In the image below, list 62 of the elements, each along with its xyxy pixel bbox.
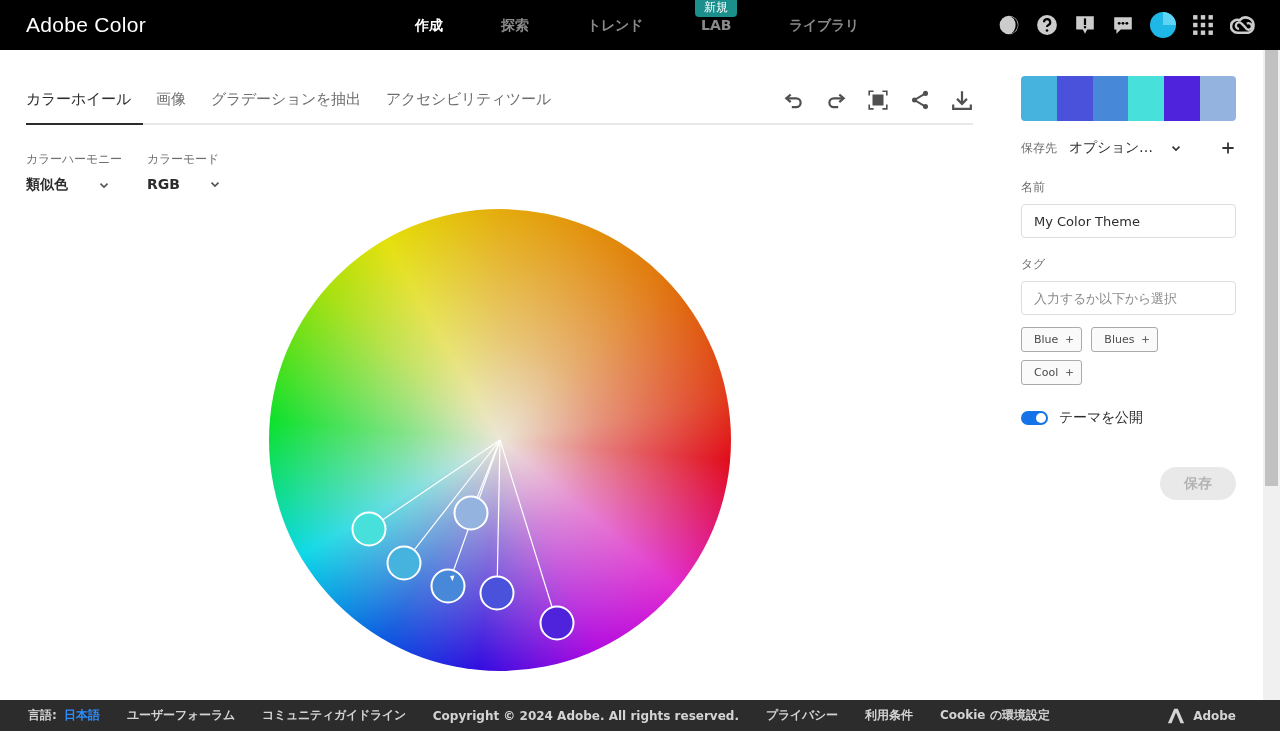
field-label: 名前 <box>1021 179 1046 196</box>
library-dropdown[interactable]: オプション… <box>1069 139 1183 157</box>
chat-icon[interactable] <box>1112 14 1134 36</box>
tag-chip[interactable]: Blue <box>1021 327 1083 352</box>
plus-icon <box>1140 334 1152 345</box>
adobe-logo-icon[interactable] <box>1167 706 1186 725</box>
color-handle[interactable] <box>539 605 575 641</box>
footer-link[interactable]: コミュニティガイドライン <box>261 707 406 724</box>
mode-dropdown[interactable]: RGB <box>147 176 222 192</box>
nav-link[interactable]: トレンド <box>558 17 672 35</box>
apps-grid-icon[interactable] <box>1192 14 1214 36</box>
download-icon[interactable] <box>951 88 973 111</box>
color-swatch[interactable] <box>1128 76 1165 121</box>
color-swatch[interactable] <box>1021 76 1057 121</box>
footer-link[interactable]: プライバシー <box>766 707 838 724</box>
plus-icon[interactable] <box>1220 140 1236 156</box>
language-label: 言語: <box>28 707 57 724</box>
plus-icon <box>1064 367 1076 378</box>
avatar-icon[interactable] <box>1150 12 1176 38</box>
color-swatch[interactable] <box>1056 76 1093 121</box>
new-badge: 新規 <box>695 0 738 17</box>
plus-icon <box>1064 334 1076 345</box>
contrast-icon[interactable] <box>998 14 1020 36</box>
tag-chip[interactable]: Cool <box>1021 360 1083 385</box>
scrollbar-thumb[interactable] <box>1265 50 1278 486</box>
field-label: 保存先 <box>1021 139 1057 157</box>
color-handle[interactable] <box>479 575 515 611</box>
color-handle[interactable] <box>453 495 489 531</box>
color-handle[interactable] <box>386 545 422 581</box>
brand-name: Adobe <box>1193 708 1236 723</box>
dropdown-label: カラーハーモニー <box>26 151 123 168</box>
color-swatch[interactable] <box>1092 76 1129 121</box>
footer-link[interactable]: Copyright © 2024 Adobe. All rights reserved. <box>432 708 739 723</box>
fullscreen-icon[interactable] <box>867 88 889 111</box>
field-label: タグ <box>1021 256 1046 273</box>
toggle-switch[interactable] <box>1021 411 1048 425</box>
base-color-handle[interactable] <box>430 568 466 604</box>
tab[interactable]: グラデーションを抽出 <box>199 76 373 125</box>
nav-link[interactable]: 作成 <box>386 17 472 35</box>
color-swatch[interactable] <box>1200 76 1236 121</box>
nav-link[interactable]: ライブラリ <box>760 17 889 35</box>
tab[interactable]: アクセシビリティツール <box>374 76 563 125</box>
footer-link[interactable]: 利用条件 <box>865 707 913 724</box>
harmony-dropdown[interactable]: 類似色 <box>26 176 111 194</box>
tab[interactable]: 画像 <box>144 76 198 125</box>
dropdown-label: カラーモード <box>147 151 220 168</box>
tag-field[interactable]: 入力するか以下から選択 <box>1021 281 1236 315</box>
footer-link[interactable]: Cookie の環境設定 <box>940 707 1050 724</box>
name-field[interactable]: My Color Theme <box>1021 204 1236 238</box>
color-swatch[interactable] <box>1164 76 1201 121</box>
help-icon[interactable] <box>1036 14 1058 36</box>
share-icon[interactable] <box>909 88 931 111</box>
language-link[interactable]: 日本語 <box>63 707 100 724</box>
nav-link[interactable]: LAB <box>672 17 761 33</box>
tag-chip[interactable]: Blues <box>1091 327 1159 352</box>
toggle-label: テーマを公開 <box>1059 409 1143 427</box>
nav-link[interactable]: 探索 <box>472 17 558 35</box>
color-handle[interactable] <box>351 511 387 547</box>
tab[interactable]: カラーホイール <box>26 76 143 125</box>
brand-logo[interactable]: Adobe Color <box>26 13 386 37</box>
footer-link[interactable]: ユーザーフォーラム <box>126 707 235 724</box>
feedback-icon[interactable] <box>1074 14 1096 36</box>
